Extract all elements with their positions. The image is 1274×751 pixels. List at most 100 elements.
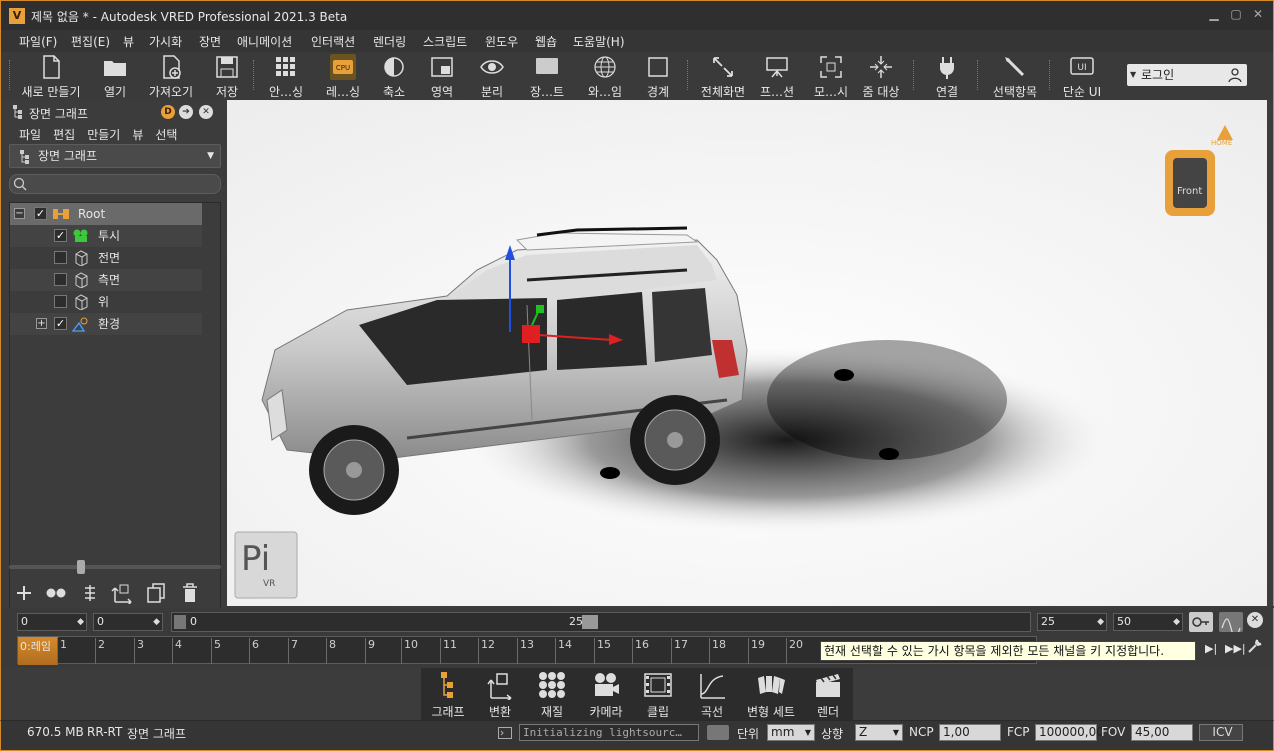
slider-knob[interactable]	[77, 560, 85, 574]
tab-variant-sets[interactable]: 변형 세트	[741, 670, 801, 720]
tree-row-root[interactable]: − ✓ Root	[10, 203, 202, 225]
sg-menu-file[interactable]: 파일	[19, 126, 41, 143]
selection-button[interactable]: 선택항목	[989, 54, 1041, 100]
login-button[interactable]: ▼ 로그인	[1127, 64, 1247, 86]
presentation-button[interactable]: 프…션	[757, 54, 797, 100]
menu-interaction[interactable]: 인터랙션	[311, 33, 355, 50]
tree-row-side[interactable]: 측면	[10, 269, 202, 291]
tree-zoom-slider[interactable]	[9, 560, 221, 574]
timeline-close-icon[interactable]: ✕	[1247, 612, 1263, 628]
time-current-field[interactable]: 0 ◆	[93, 613, 163, 631]
menu-edit[interactable]: 편집(E)	[71, 33, 110, 50]
group-icon[interactable]	[81, 584, 99, 602]
tree-row-front[interactable]: 전면	[10, 247, 202, 269]
open-button[interactable]: 열기	[97, 54, 133, 100]
transform-icon[interactable]	[111, 582, 133, 604]
tree-row-perspective[interactable]: ✓ 투시	[10, 225, 202, 247]
menu-scene[interactable]: 장면	[199, 33, 221, 50]
time-start-field[interactable]: 0 ◆	[17, 613, 87, 631]
unit-select[interactable]: mm ▼	[767, 724, 815, 741]
sg-menu-select[interactable]: 선택	[155, 126, 177, 143]
perspective-checkbox[interactable]: ✓	[54, 229, 67, 242]
tab-camera[interactable]: 카메라	[579, 670, 633, 720]
range-start-handle[interactable]	[174, 615, 186, 629]
clear-console-button[interactable]	[707, 725, 729, 740]
time-range-slider[interactable]: 0 25	[171, 612, 1031, 632]
sg-menu-view[interactable]: 뷰	[132, 126, 143, 143]
arrow-right-icon[interactable]: ➔	[179, 105, 193, 119]
top-checkbox[interactable]	[54, 295, 67, 308]
tab-material[interactable]: 재질	[525, 670, 579, 720]
tab-transform[interactable]: 변환	[473, 670, 527, 720]
last-frame-icon[interactable]: ▶▶|	[1225, 642, 1246, 655]
key-button[interactable]	[1189, 612, 1213, 632]
zoom-target-button[interactable]: 줌 대상	[859, 54, 903, 100]
link-nodes-icon[interactable]	[45, 584, 67, 602]
region-button[interactable]: 영역	[425, 54, 459, 100]
frame-tick: 6	[249, 638, 259, 664]
menu-file[interactable]: 파일(F)	[19, 33, 57, 50]
raytracing-button[interactable]: CPU 레…싱	[319, 54, 367, 100]
new-button[interactable]: 새로 만들기	[19, 54, 83, 100]
wireframe-button[interactable]: 와…임	[583, 54, 627, 100]
trash-icon[interactable]	[181, 582, 199, 604]
import-button[interactable]: 가져오기	[145, 54, 197, 100]
menu-webshop[interactable]: 웹숍	[535, 33, 557, 50]
dock-d-icon[interactable]: D	[161, 105, 175, 119]
add-icon[interactable]	[15, 584, 33, 602]
maximize-icon[interactable]: ▢	[1229, 7, 1243, 21]
scale-button[interactable]: 축소	[377, 54, 411, 100]
ncp-input[interactable]: 1,00	[939, 724, 1001, 741]
antialiasing-button[interactable]: 안…싱	[263, 54, 309, 100]
tree-row-top[interactable]: 위	[10, 291, 202, 313]
tab-clip[interactable]: 클립	[631, 670, 685, 720]
fcp-input[interactable]: 100000,00	[1035, 724, 1104, 741]
fullscreen-button[interactable]: 전체화면	[697, 54, 749, 100]
root-checkbox[interactable]: ✓	[34, 207, 47, 220]
fov-input[interactable]: 45,00	[1131, 724, 1193, 741]
icv-button[interactable]: ICV	[1199, 724, 1243, 741]
menu-window[interactable]: 윈도우	[485, 33, 518, 50]
expand-icon[interactable]: +	[36, 318, 47, 329]
scene-button[interactable]: 장…트	[525, 54, 569, 100]
time-total-field[interactable]: 50 ◆	[1113, 613, 1183, 631]
menu-visualization[interactable]: 가시화	[149, 33, 182, 50]
menu-help[interactable]: 도움말(H)	[573, 33, 625, 50]
menu-rendering[interactable]: 렌더링	[373, 33, 406, 50]
tab-curve[interactable]: 곡선	[685, 670, 739, 720]
tab-graph[interactable]: 그래프	[421, 670, 475, 720]
sg-menu-edit[interactable]: 편집	[53, 126, 75, 143]
tree-row-environment[interactable]: + ✓ 환경	[10, 313, 202, 335]
panel-close-icon[interactable]: ✕	[199, 105, 213, 119]
sg-menu-create[interactable]: 만들기	[87, 126, 120, 143]
curve-button[interactable]	[1219, 612, 1243, 638]
scenegraph-search-input[interactable]	[9, 174, 221, 194]
side-checkbox[interactable]	[54, 273, 67, 286]
mode-button[interactable]: 모…시	[809, 54, 853, 100]
environment-checkbox[interactable]: ✓	[54, 317, 67, 330]
next-frame-icon[interactable]: ▶|	[1205, 642, 1217, 655]
terminal-icon[interactable]	[498, 727, 512, 739]
render-viewport[interactable]: HOME Front Pi VR	[227, 100, 1267, 606]
copy-icon[interactable]	[145, 582, 167, 604]
front-checkbox[interactable]	[54, 251, 67, 264]
menu-view[interactable]: 뷰	[123, 33, 134, 50]
split-button[interactable]: 분리	[475, 54, 509, 100]
range-end-handle[interactable]	[582, 615, 598, 629]
scenegraph-combo[interactable]: 장면 그래프 ▼	[9, 144, 221, 168]
collapse-icon[interactable]: −	[14, 208, 25, 219]
view-cube[interactable]: Front	[1165, 150, 1215, 216]
time-end-field[interactable]: 25 ◆	[1037, 613, 1107, 631]
up-axis-select[interactable]: Z ▼	[855, 724, 903, 741]
menu-animation[interactable]: 애니메이션	[237, 33, 292, 50]
tab-render[interactable]: 렌더	[801, 670, 855, 720]
simple-ui-button[interactable]: UI 단순 UI	[1059, 54, 1105, 100]
close-icon[interactable]: ✕	[1251, 7, 1265, 21]
minimize-icon[interactable]: ▁	[1207, 7, 1221, 21]
save-button[interactable]: 저장	[211, 54, 243, 100]
bounds-button[interactable]: 경계	[641, 54, 675, 100]
connect-button[interactable]: 연결	[929, 54, 965, 100]
wrench-icon[interactable]	[1247, 638, 1263, 654]
current-frame-marker[interactable]: 0:레임	[18, 637, 58, 665]
menu-script[interactable]: 스크립트	[423, 33, 467, 50]
